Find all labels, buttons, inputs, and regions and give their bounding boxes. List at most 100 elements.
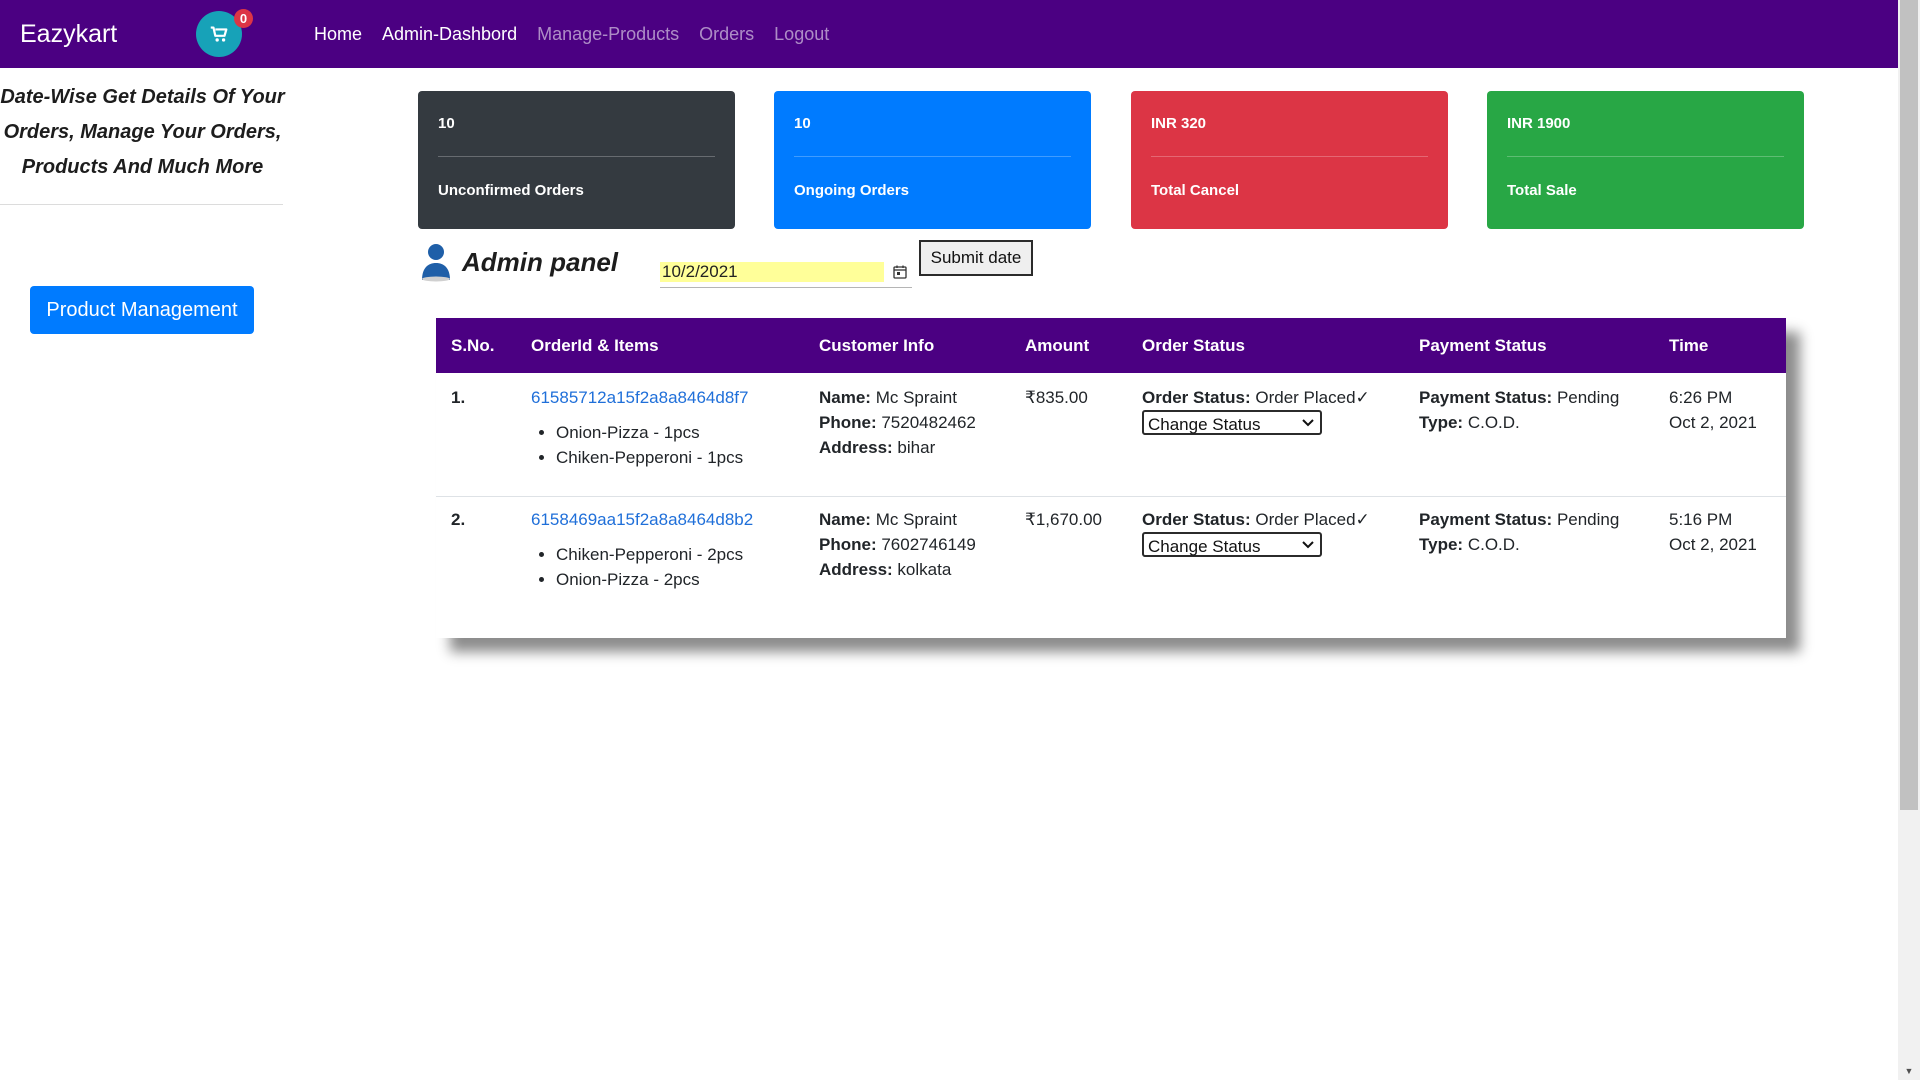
- stat-value: INR 320: [1151, 115, 1207, 132]
- order-id-items-cell: 61585712a15f2a8a8464d8f7 Onion-Pizza - 1…: [531, 385, 748, 470]
- list-item: Chiken-Pepperoni - 1pcs: [556, 445, 748, 470]
- address-label: Address:: [819, 438, 893, 457]
- sidebar-description: Date-Wise Get Details Of Your Orders, Ma…: [0, 86, 285, 178]
- table-header: S.No. OrderId & Items Customer Info Amou…: [436, 318, 1786, 373]
- cart-button[interactable]: 0: [196, 9, 253, 57]
- brand-logo[interactable]: Eazykart: [20, 20, 196, 49]
- row-serial-number: 1.: [451, 388, 466, 407]
- customer-name: Mc Spraint: [875, 510, 957, 529]
- card-divider: [438, 156, 715, 157]
- order-amount: ₹1,670.00: [1025, 510, 1102, 529]
- stat-card-total-cancel: INR 320 Total Cancel: [1131, 91, 1448, 229]
- admin-panel-heading: Admin panel: [420, 242, 618, 282]
- nav-link-logout[interactable]: Logout: [774, 24, 829, 45]
- payment-type-label: Type:: [1419, 413, 1464, 432]
- stat-value: INR 1900: [1507, 115, 1571, 132]
- change-status-select[interactable]: Change Status: [1142, 532, 1322, 557]
- phone-label: Phone:: [819, 535, 877, 554]
- column-header-customer-info: Customer Info: [819, 336, 935, 355]
- order-status-label: Order Status:: [1142, 388, 1251, 407]
- order-amount: ₹835.00: [1025, 388, 1088, 407]
- table-row: 2. 6158469aa15f2a8a8464d8b2 Chiken-Peppe…: [436, 495, 1786, 617]
- order-status-value: Order Placed✓: [1255, 510, 1370, 529]
- column-header-time: Time: [1669, 336, 1709, 355]
- column-header-order-items: OrderId & Items: [531, 336, 659, 355]
- customer-info-cell: Name: Mc Spraint Phone: 7520482462 Addre…: [819, 385, 976, 460]
- order-date: Oct 2, 2021: [1669, 413, 1757, 432]
- nav-link-orders[interactable]: Orders: [699, 24, 754, 45]
- card-divider: [1151, 156, 1428, 157]
- name-label: Name:: [819, 388, 871, 407]
- column-header-order-status: Order Status: [1142, 336, 1245, 355]
- nav-link-manage-products[interactable]: Manage-Products: [537, 24, 679, 45]
- customer-name: Mc Spraint: [875, 388, 957, 407]
- order-time: 6:26 PM: [1669, 388, 1733, 407]
- customer-address: bihar: [897, 438, 936, 457]
- customer-phone: 7602746149: [881, 535, 976, 554]
- stat-label: Total Sale: [1507, 182, 1577, 199]
- customer-address: kolkata: [897, 560, 952, 579]
- payment-type-label: Type:: [1419, 535, 1464, 554]
- change-status-select[interactable]: Change Status: [1142, 410, 1322, 435]
- change-status-selected: Change Status: [1148, 537, 1261, 556]
- order-items-list: Onion-Pizza - 1pcs Chiken-Pepperoni - 1p…: [531, 420, 748, 470]
- order-status-cell: Order Status: Order Placed✓ Change Statu…: [1142, 507, 1370, 557]
- phone-label: Phone:: [819, 413, 877, 432]
- stat-card-unconfirmed-orders: 10 Unconfirmed Orders: [418, 91, 735, 229]
- top-navbar: Eazykart 0 Home Admin-Dashbord Manage-Pr…: [0, 0, 1898, 68]
- order-id-items-cell: 6158469aa15f2a8a8464d8b2 Chiken-Pepperon…: [531, 507, 753, 592]
- order-status-value: Order Placed✓: [1255, 388, 1370, 407]
- scroll-down-arrow-icon[interactable]: ▼: [1898, 1062, 1920, 1080]
- chevron-down-icon: [1302, 541, 1314, 549]
- order-time: 5:16 PM: [1669, 510, 1733, 529]
- order-id-link[interactable]: 61585712a15f2a8a8464d8f7: [531, 388, 748, 407]
- list-item: Onion-Pizza - 2pcs: [556, 567, 753, 592]
- order-status-label: Order Status:: [1142, 510, 1251, 529]
- stat-value: 10: [438, 115, 455, 132]
- date-field-value[interactable]: 10/2/2021: [660, 262, 884, 282]
- payment-status-cell: Payment Status: Pending Type: C.O.D.: [1419, 385, 1619, 435]
- stat-label: Total Cancel: [1151, 182, 1240, 199]
- stat-card-total-sale: INR 1900 Total Sale: [1487, 91, 1804, 229]
- payment-type-value: C.O.D.: [1467, 413, 1520, 432]
- table-row: 1. 61585712a15f2a8a8464d8f7 Onion-Pizza …: [436, 373, 1786, 495]
- column-header-amount: Amount: [1025, 336, 1090, 355]
- cart-count-badge: 0: [234, 9, 253, 28]
- product-management-button[interactable]: Product Management: [30, 286, 254, 334]
- card-divider: [794, 156, 1071, 157]
- row-serial-number: 2.: [451, 510, 466, 529]
- submit-date-button[interactable]: Submit date: [919, 240, 1033, 276]
- orders-table: S.No. OrderId & Items Customer Info Amou…: [436, 318, 1786, 638]
- stat-label: Unconfirmed Orders: [438, 182, 584, 199]
- payment-status-value: Pending: [1556, 388, 1620, 407]
- list-item: Chiken-Pepperoni - 2pcs: [556, 542, 753, 567]
- stat-card-ongoing-orders: 10 Ongoing Orders: [774, 91, 1091, 229]
- calendar-icon[interactable]: [893, 265, 907, 279]
- payment-status-label: Payment Status:: [1419, 510, 1553, 529]
- order-time-cell: 5:16 PM Oct 2, 2021: [1669, 507, 1757, 557]
- list-item: Onion-Pizza - 1pcs: [556, 420, 748, 445]
- sidebar-divider: [0, 204, 283, 205]
- payment-status-label: Payment Status:: [1419, 388, 1553, 407]
- stat-label: Ongoing Orders: [794, 182, 910, 199]
- order-id-link[interactable]: 6158469aa15f2a8a8464d8b2: [531, 510, 753, 529]
- chevron-down-icon: [1302, 419, 1314, 427]
- column-header-sno: S.No.: [451, 336, 495, 355]
- stat-value: 10: [794, 115, 811, 132]
- column-header-payment-status: Payment Status: [1419, 336, 1547, 355]
- order-status-cell: Order Status: Order Placed✓ Change Statu…: [1142, 385, 1370, 435]
- order-date: Oct 2, 2021: [1669, 535, 1757, 554]
- card-divider: [1507, 156, 1784, 157]
- payment-status-cell: Payment Status: Pending Type: C.O.D.: [1419, 507, 1619, 557]
- vertical-scrollbar[interactable]: ▲ ▼: [1898, 0, 1920, 1080]
- change-status-selected: Change Status: [1148, 415, 1261, 434]
- payment-type-value: C.O.D.: [1467, 535, 1520, 554]
- order-items-list: Chiken-Pepperoni - 2pcs Onion-Pizza - 2p…: [531, 542, 753, 592]
- nav-link-admin-dashboard[interactable]: Admin-Dashbord: [382, 24, 517, 45]
- customer-phone: 7520482462: [881, 413, 976, 432]
- nav-link-home[interactable]: Home: [314, 24, 362, 45]
- scrollbar-thumb[interactable]: [1900, 0, 1918, 810]
- date-input[interactable]: 10/2/2021: [660, 259, 912, 288]
- order-time-cell: 6:26 PM Oct 2, 2021: [1669, 385, 1757, 435]
- user-icon: [422, 244, 450, 282]
